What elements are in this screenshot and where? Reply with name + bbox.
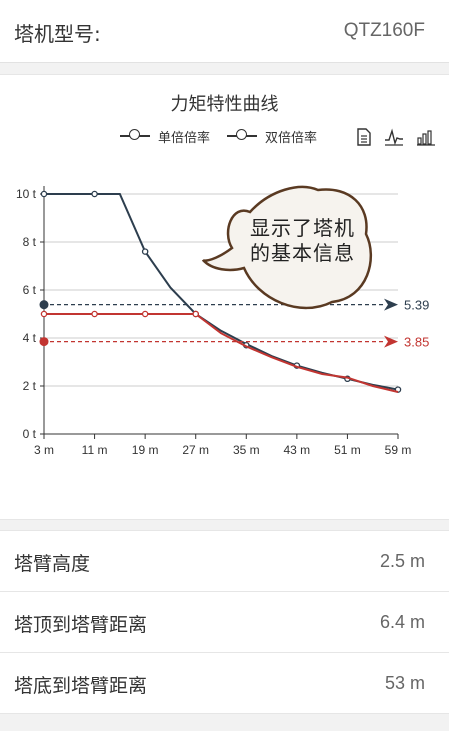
- y-tick-label: 8 t: [23, 235, 37, 249]
- y-tick-label: 6 t: [23, 283, 37, 297]
- x-tick-label: 3 m: [34, 443, 54, 457]
- info-row-top-to-arm: 塔顶到塔臂距离 6.4 m: [0, 592, 449, 653]
- ref-line-arrow-icon: [384, 298, 398, 311]
- series-marker-1: [40, 190, 48, 198]
- series-marker-2: [192, 310, 199, 318]
- x-tick-label: 11 m: [82, 443, 108, 457]
- x-tick-label: 59 m: [385, 443, 412, 457]
- x-tick-label: 35 m: [233, 443, 260, 457]
- y-tick-label: 2 t: [23, 379, 37, 393]
- speech-bubble-text: 显示了塔机的基本信息: [250, 216, 355, 265]
- series-marker-2: [141, 310, 149, 318]
- x-tick-label: 27 m: [182, 443, 209, 457]
- info-row-bottom-to-arm: 塔底到塔臂距离 53 m: [0, 653, 449, 714]
- info-value: 6.4 m: [379, 612, 425, 632]
- y-tick-label: 10 t: [16, 187, 37, 201]
- info-label: 塔底到塔臂距离: [14, 675, 148, 697]
- series-marker-1: [91, 190, 98, 198]
- x-tick-label: 43 m: [284, 443, 311, 457]
- series-marker-2: [91, 310, 98, 318]
- series-marker-1: [141, 248, 149, 255]
- y-tick-label: 4 t: [23, 331, 37, 345]
- ref-line-start-dot: [39, 337, 49, 347]
- info-label: 塔臂高度: [14, 553, 91, 575]
- x-tick-label: 19 m: [132, 443, 159, 457]
- series-marker-2: [40, 310, 48, 318]
- y-tick-label: 0 t: [23, 427, 37, 441]
- chart-reference-lines: 5.39 3.85: [39, 298, 429, 350]
- moment-characteristic-chart: 0 t 2 t 4 t 6 t 8 t 10 t 3 m 11 m 19 m 27 m 35 m 43…: [16, 185, 429, 457]
- ref-line-label: 3.85: [404, 335, 429, 350]
- ref-line-label: 5.39: [404, 298, 429, 313]
- info-row-arm-height: 塔臂高度 2.5 m: [0, 531, 449, 592]
- ref-line-start-dot: [39, 300, 49, 310]
- info-value: 2.5 m: [379, 551, 425, 571]
- ref-line-arrow-icon: [384, 335, 398, 348]
- tower-info-list: 塔臂高度 2.5 m 塔顶到塔臂距离 6.4 m 塔底到塔臂距离 53 m: [0, 530, 449, 714]
- x-tick-label: 51 m: [334, 443, 361, 457]
- info-value: 53 m: [384, 673, 425, 693]
- info-label: 塔顶到塔臂距离: [14, 614, 148, 636]
